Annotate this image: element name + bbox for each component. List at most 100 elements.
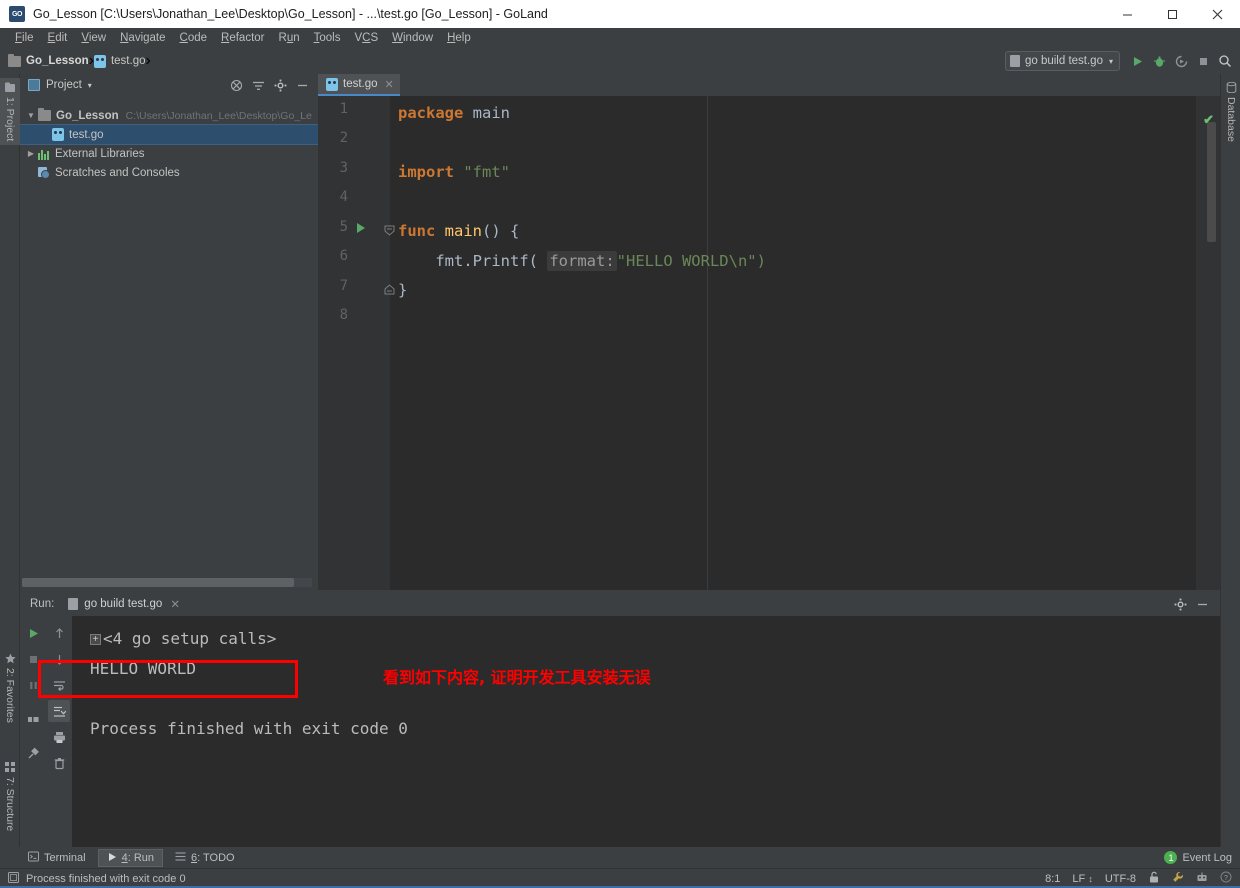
run-actions-column — [20, 616, 46, 847]
sidebar-item-project[interactable]: 1: Project — [0, 78, 20, 146]
menu-window[interactable]: Window — [385, 28, 440, 48]
annotation-text: 看到如下内容, 证明开发工具安装无误 — [383, 668, 651, 687]
up-icon[interactable] — [48, 622, 70, 644]
menu-refactor[interactable]: Refactor — [214, 28, 271, 48]
run-icon — [107, 852, 117, 865]
settings-icon[interactable] — [270, 75, 290, 95]
caret-position[interactable]: 8:1 — [1045, 873, 1060, 885]
pin-tab-icon[interactable] — [22, 742, 44, 764]
run-panel-label: Run: — [30, 598, 55, 610]
inspection-icon[interactable] — [1196, 871, 1208, 886]
tree-row-go-lesson-path: C:\Users\Jonathan_Lee\Desktop\Go_Le — [125, 109, 312, 122]
run-console-output[interactable]: + <4 go setup calls> HELLO WORLD Process … — [72, 616, 1220, 847]
project-tree[interactable]: ▼ Go_Lesson C:\Users\Jonathan_Lee\Deskto… — [20, 98, 318, 576]
hide-panel-icon[interactable] — [1192, 594, 1212, 614]
editor-tab-test-go[interactable]: test.go ✕ — [318, 74, 400, 96]
tree-row-external-libraries[interactable]: ▶ External Libraries — [20, 144, 318, 163]
sidebar-item-structure[interactable]: 7: Structure — [0, 758, 20, 835]
run-button[interactable] — [1126, 50, 1148, 72]
editor-gutter[interactable]: 1 2 3 4 5 6 7 8 — [318, 96, 395, 590]
run-config-icon — [68, 598, 79, 610]
bottom-tab-terminal[interactable]: Terminal — [20, 849, 94, 867]
close-button[interactable] — [1195, 0, 1240, 28]
run-tool-window: Run: go build test.go ✕ + <4 go setup ca… — [20, 592, 1220, 847]
bottom-tab-terminal-label: Terminal — [44, 852, 86, 864]
select-opened-file-icon[interactable] — [248, 75, 268, 95]
menu-file[interactable]: File — [8, 28, 41, 48]
clear-all-icon[interactable] — [48, 752, 70, 774]
console-icon — [8, 870, 19, 888]
run-console-toolbar — [20, 616, 72, 847]
breadcrumb-file[interactable]: test.go — [93, 54, 146, 68]
menu-tools[interactable]: Tools — [307, 28, 348, 48]
collapse-all-icon[interactable] — [226, 75, 246, 95]
minimize-button[interactable] — [1105, 0, 1150, 28]
terminal-icon — [28, 851, 39, 865]
parameter-hint: format: — [547, 250, 617, 271]
help-icon[interactable]: ? — [1220, 871, 1232, 886]
navigation-bar: Go_Lesson › test.go › go build test.go ▾ — [0, 48, 1240, 74]
bottom-tab-todo[interactable]: 6: TODO — [167, 849, 243, 867]
rerun-icon[interactable] — [22, 622, 44, 644]
menu-run[interactable]: Run — [272, 28, 307, 48]
window-controls — [1105, 0, 1240, 28]
menu-navigate[interactable]: Navigate — [113, 28, 172, 48]
wrench-icon[interactable] — [1172, 871, 1184, 886]
title-bar: GO Go_Lesson [C:\Users\Jonathan_Lee\Desk… — [0, 0, 1240, 28]
token-string-hello: "HELLO WORLD\n") — [616, 251, 766, 270]
maximize-button[interactable] — [1150, 0, 1195, 28]
menu-help[interactable]: Help — [440, 28, 478, 48]
chevron-down-icon[interactable]: ▾ — [88, 81, 92, 90]
editor-scrollbar[interactable] — [1207, 122, 1216, 242]
breadcrumb-project[interactable]: Go_Lesson — [8, 53, 89, 67]
right-tool-strip: Database — [1220, 74, 1240, 847]
run-panel-tools — [1170, 594, 1220, 614]
scroll-to-end-icon[interactable] — [48, 700, 70, 722]
chevron-expanded-icon[interactable]: ▼ — [24, 111, 38, 120]
menu-vcs[interactable]: VCS — [347, 28, 385, 48]
fold-end-icon[interactable] — [384, 282, 395, 295]
library-icon — [38, 148, 50, 160]
event-log-button[interactable]: 1 Event Log — [1164, 851, 1232, 864]
sidebar-item-database[interactable]: Database — [1221, 78, 1240, 146]
fold-expander-icon[interactable]: + — [90, 634, 101, 645]
hide-panel-icon[interactable] — [292, 75, 312, 95]
line-number: 3 — [339, 160, 348, 176]
debug-button[interactable] — [1148, 50, 1170, 72]
bottom-tab-run[interactable]: 4: Run — [97, 849, 163, 867]
lock-icon[interactable] — [1148, 871, 1160, 886]
stop-button[interactable] — [1192, 50, 1214, 72]
file-encoding[interactable]: UTF-8 — [1105, 873, 1136, 885]
print-icon[interactable] — [48, 726, 70, 748]
sidebar-item-favorites[interactable]: 2: Favorites — [0, 649, 20, 727]
go-file-icon — [52, 128, 64, 141]
tree-row-test-go[interactable]: test.go — [20, 124, 318, 145]
run-tab[interactable]: go build test.go ✕ — [68, 597, 180, 611]
project-panel-tools — [226, 75, 318, 95]
menu-code[interactable]: Code — [173, 28, 215, 48]
source-code[interactable]: package main import "fmt" func main() { … — [398, 96, 1196, 590]
settings-icon[interactable] — [1170, 594, 1190, 614]
close-icon[interactable]: ✕ — [385, 78, 394, 91]
line-number: 2 — [339, 130, 348, 146]
tree-row-go-lesson-label: Go_Lesson — [56, 109, 119, 122]
run-gutter-icon[interactable] — [354, 221, 368, 235]
close-icon[interactable]: ✕ — [170, 597, 180, 611]
tree-row-scratches[interactable]: Scratches and Consoles — [20, 163, 318, 182]
dump-threads-icon[interactable] — [22, 708, 44, 730]
run-configuration-selector[interactable]: go build test.go ▾ — [1004, 51, 1120, 71]
project-horizontal-scrollbar[interactable] — [22, 578, 312, 587]
line-separator[interactable]: LF ↕ — [1072, 873, 1092, 885]
menu-view[interactable]: View — [74, 28, 113, 48]
run-with-coverage-button[interactable] — [1170, 50, 1192, 72]
status-message: Process finished with exit code 0 — [26, 872, 186, 885]
tree-row-go-lesson[interactable]: ▼ Go_Lesson C:\Users\Jonathan_Lee\Deskto… — [20, 106, 318, 125]
menu-edit[interactable]: Edit — [41, 28, 75, 48]
search-everywhere-button[interactable] — [1214, 50, 1236, 72]
fold-start-icon[interactable] — [384, 223, 395, 236]
chevron-collapsed-icon[interactable]: ▶ — [24, 149, 38, 158]
code-area[interactable]: 1 2 3 4 5 6 7 8 package main import "fmt… — [318, 96, 1220, 590]
folder-icon — [8, 53, 21, 67]
run-panel-body: + <4 go setup calls> HELLO WORLD Process … — [20, 616, 1220, 847]
line-number: 7 — [339, 278, 348, 294]
